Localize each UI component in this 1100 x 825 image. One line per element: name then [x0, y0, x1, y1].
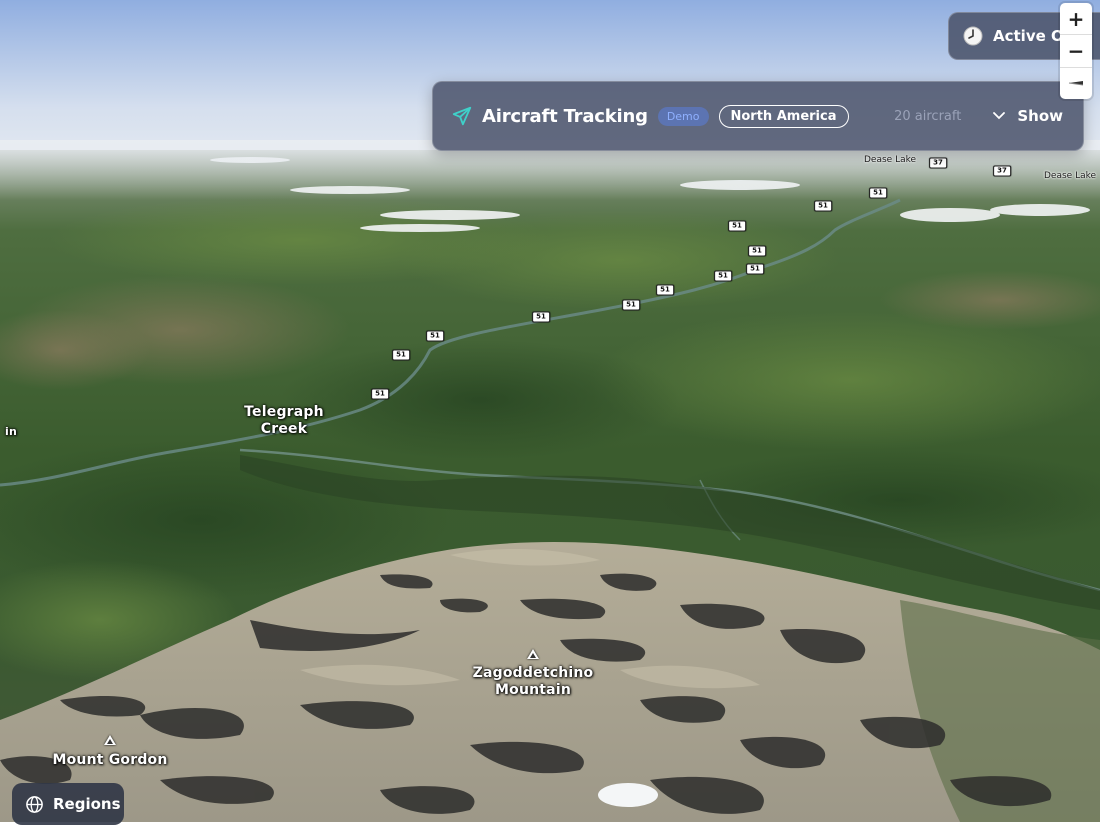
chevron-down-icon: [993, 112, 1006, 120]
zoom-controls: + −: [1060, 3, 1092, 99]
place-label-partial: in: [5, 425, 18, 438]
compass-icon: [1068, 81, 1084, 86]
place-label-dease-lake: Dease Lake: [864, 155, 917, 165]
regions-label: Regions: [53, 795, 121, 813]
route-shield-51: 51: [748, 245, 766, 257]
compass-button[interactable]: [1060, 68, 1092, 99]
regions-button[interactable]: Regions: [12, 783, 124, 825]
clock-icon: [963, 26, 983, 46]
route-shield-51: 51: [622, 299, 640, 311]
aircraft-tracking-panel: Aircraft Tracking Demo North America 20 …: [432, 81, 1084, 151]
place-label-mount-gordon[interactable]: Mount Gordon: [52, 752, 167, 769]
place-label-zagoddetchino-mountain[interactable]: Zagoddetchino Mountain: [473, 665, 594, 699]
route-shield-51: 51: [869, 187, 887, 199]
peak-icon: [527, 649, 539, 659]
route-shield-51: 51: [714, 270, 732, 282]
route-shield-51: 51: [656, 284, 674, 296]
route-shield-51: 51: [532, 311, 550, 323]
aircraft-count: 20 aircraft: [894, 108, 962, 124]
panel-title: Aircraft Tracking: [482, 105, 648, 127]
route-shield-51: 51: [746, 263, 764, 275]
plane-icon: [452, 106, 472, 126]
show-toggle-label: Show: [1017, 107, 1063, 125]
show-toggle-button[interactable]: Show: [993, 107, 1063, 125]
route-shield-51: 51: [814, 200, 832, 212]
zoom-in-button[interactable]: +: [1060, 3, 1092, 36]
globe-icon: [26, 795, 43, 813]
route-shield-51: 51: [371, 388, 389, 400]
region-selector-button[interactable]: North America: [718, 104, 849, 128]
route-shield-37: 37: [993, 165, 1011, 177]
place-label-dease-lake: Dease Lake: [1044, 171, 1097, 181]
route-shield-37: 37: [929, 157, 947, 169]
peak-icon: [104, 735, 116, 745]
zoom-out-button[interactable]: −: [1060, 35, 1092, 68]
route-shield-51: 51: [728, 220, 746, 232]
demo-badge: Demo: [657, 106, 709, 126]
route-shield-51: 51: [426, 330, 444, 342]
place-label-telegraph-creek[interactable]: Telegraph Creek: [244, 404, 324, 438]
route-shield-51: 51: [392, 349, 410, 361]
